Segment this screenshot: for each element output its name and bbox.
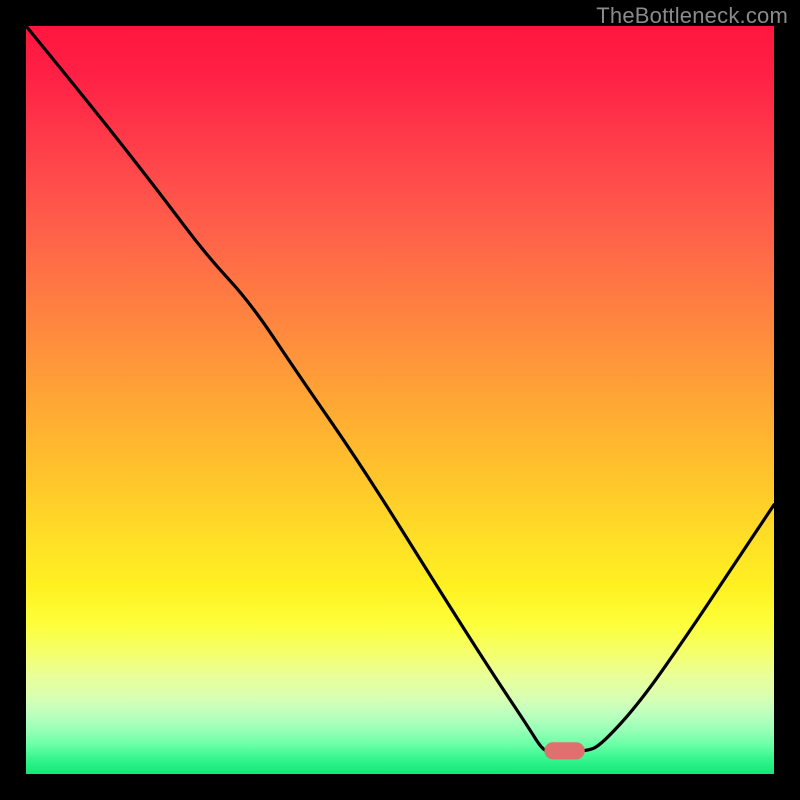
optimal-marker <box>544 742 584 759</box>
watermark: TheBottleneck.com <box>596 3 788 29</box>
plot-area <box>26 26 774 774</box>
frame: TheBottleneck.com <box>0 0 800 800</box>
bottleneck-curve <box>26 26 774 752</box>
chart-overlay <box>26 26 774 774</box>
